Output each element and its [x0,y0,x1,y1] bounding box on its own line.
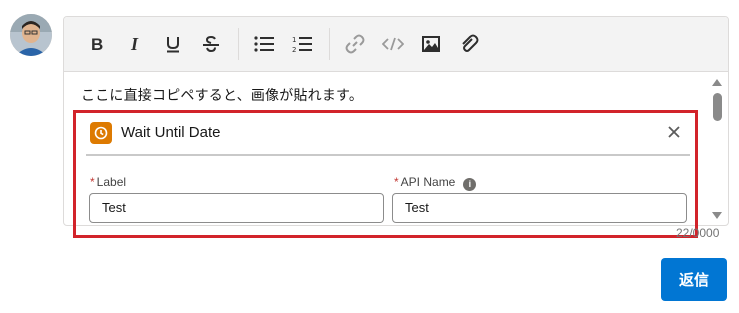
strikethrough-icon[interactable] [196,29,226,59]
editor-scrollbar[interactable] [706,73,728,225]
underline-icon[interactable] [158,29,188,59]
avatar [10,14,52,56]
editor-toolbar: B I 12 [64,17,728,72]
api-name-field-label: * API Name i [394,175,477,191]
svg-text:I: I [130,35,139,53]
bold-icon[interactable]: B [82,29,112,59]
toolbar-divider [238,28,239,60]
link-icon[interactable] [340,29,370,59]
info-icon: i [463,178,477,191]
bulleted-list-icon[interactable] [249,29,279,59]
api-name-field-text: API Name [400,175,456,189]
character-counter: 22/0000 [676,226,720,240]
svg-text:1: 1 [292,36,296,44]
svg-text:2: 2 [292,46,296,53]
label-field-text: Label [96,175,127,189]
api-name-field: Test [392,193,687,223]
scrollbar-thumb[interactable] [713,93,722,121]
image-icon[interactable] [416,29,446,59]
pasted-card-header: Wait Until Date [86,118,690,156]
label-field-label: * Label [90,175,126,189]
required-marker: * [394,175,399,189]
italic-icon[interactable]: I [120,29,150,59]
clock-icon [90,122,112,144]
close-icon [664,122,684,142]
toolbar-divider [329,28,330,60]
scroll-up-arrow-icon[interactable] [712,79,722,86]
reply-button[interactable]: 返信 [661,258,727,301]
code-icon[interactable] [378,29,408,59]
svg-text:B: B [91,35,103,53]
label-field: Test [89,193,384,223]
scroll-down-arrow-icon[interactable] [712,212,722,219]
numbered-list-icon[interactable]: 12 [287,29,317,59]
attachment-icon[interactable] [454,29,484,59]
editor-text: ここに直接コピペすると、画像が貼れます。 [81,88,364,104]
card-title: Wait Until Date [121,124,221,141]
required-marker: * [90,175,95,189]
